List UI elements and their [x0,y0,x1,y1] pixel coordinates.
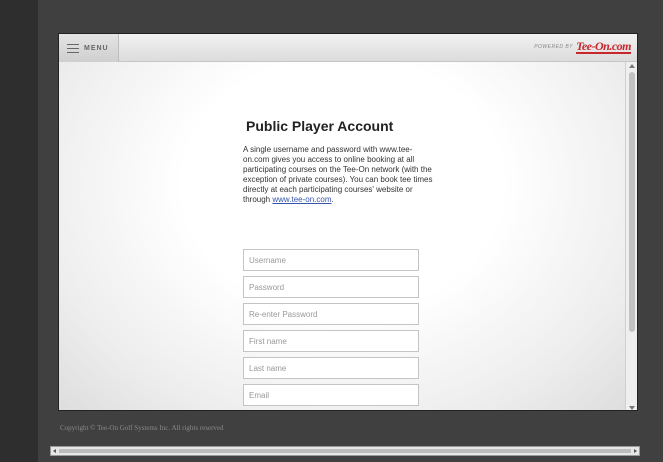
tee-on-link[interactable]: www.tee-on.com [272,195,331,204]
powered-by-text: POWERED BY [534,44,574,50]
content-area: Public Player Account A single username … [59,62,627,410]
copyright-text: Copyright © Tee-On Golf Systems Inc. All… [60,424,224,432]
scroll-left-icon[interactable] [53,449,56,453]
scroll-thumb[interactable] [629,72,635,332]
scroll-down-icon[interactable] [629,406,635,410]
powered-by: POWERED BY Tee-On.com [534,40,631,54]
menu-button[interactable]: MENU [59,34,119,62]
top-bar: MENU POWERED BY Tee-On.com [59,34,637,62]
last-name-field[interactable] [243,357,419,379]
vertical-scrollbar[interactable] [625,62,637,410]
scroll-up-icon[interactable] [629,64,635,68]
email-field[interactable] [243,384,419,406]
intro-end: . [331,195,334,204]
horizontal-scrollbar[interactable] [50,446,640,456]
page-title: Public Player Account [246,118,394,134]
embedded-frame: MENU POWERED BY Tee-On.com Public Player… [58,33,638,411]
username-field[interactable] [243,249,419,271]
reenter-password-field[interactable] [243,303,419,325]
tee-on-logo[interactable]: Tee-On.com [576,40,631,54]
menu-label: MENU [84,44,109,52]
intro-paragraph: A single username and password with www.… [243,145,438,205]
left-panel [0,0,38,462]
scroll-right-icon[interactable] [634,449,637,453]
password-field[interactable] [243,276,419,298]
first-name-field[interactable] [243,330,419,352]
hscroll-thumb[interactable] [59,449,631,453]
hamburger-icon [67,43,79,53]
